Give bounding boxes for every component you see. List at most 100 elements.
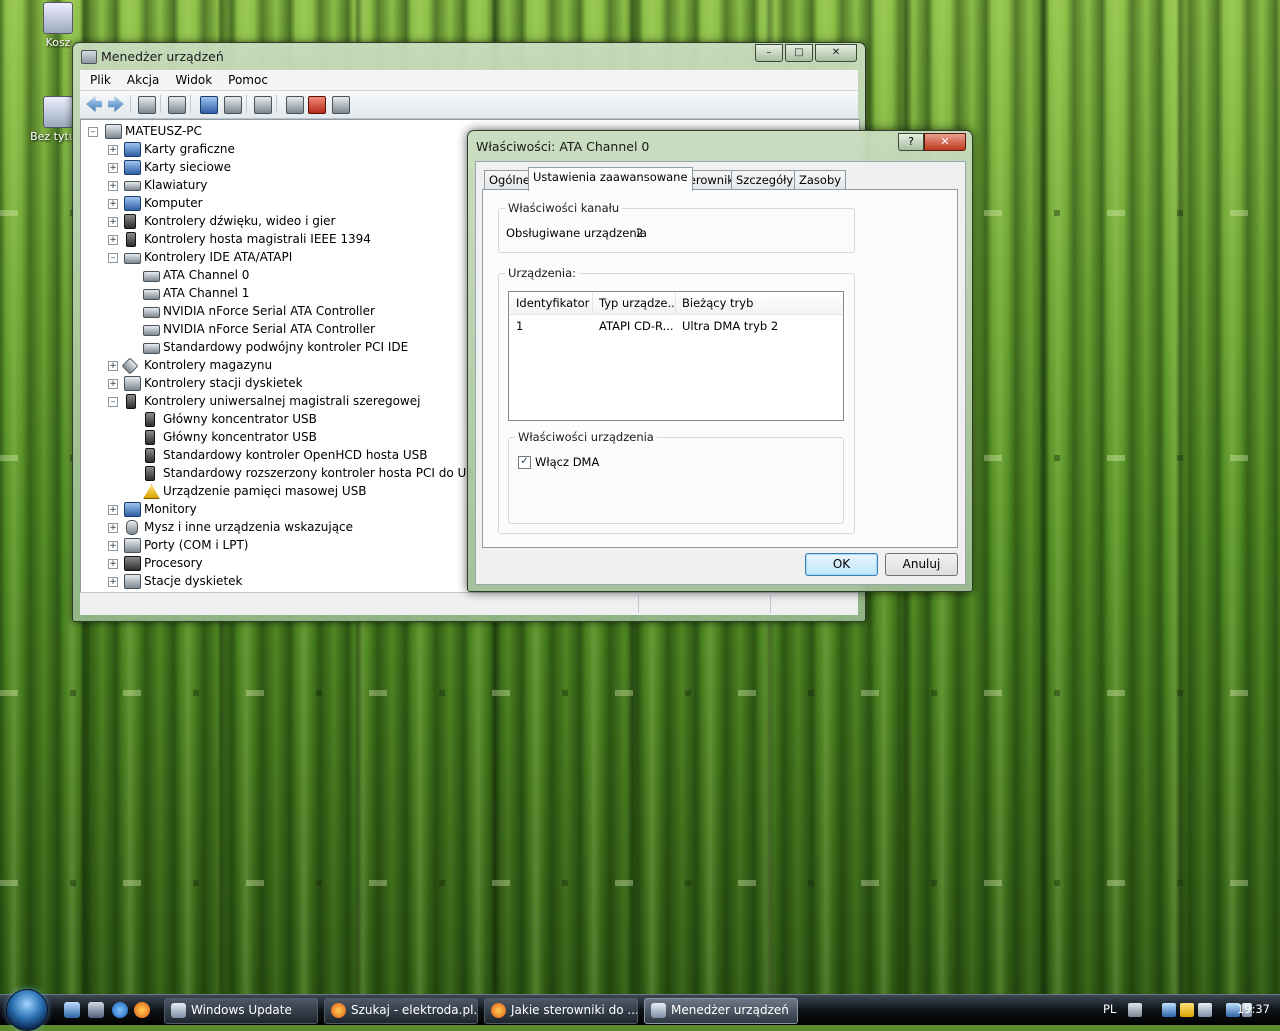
taskbar-button-windows-update[interactable]: Windows Update (164, 998, 318, 1024)
clock[interactable]: 19:37 (1237, 1002, 1270, 1016)
disable-device-icon[interactable] (332, 96, 350, 114)
taskbar-button-firefox-drivers[interactable]: Jakie sterowniki do ... (484, 998, 638, 1024)
menu-file[interactable]: Plik (80, 70, 117, 87)
cancel-button[interactable]: Anuluj (885, 553, 958, 576)
close-button[interactable]: ✕ (815, 44, 857, 62)
expand-icon[interactable]: + (108, 217, 118, 227)
tree-item-label: Główny koncentrator USB (163, 412, 317, 426)
column-header-mode[interactable]: Bieżący tryb (675, 292, 832, 314)
tree-item[interactable]: + Kontrolery hosta magistrali IEEE 1394 (81, 230, 441, 248)
tree-item[interactable]: NVIDIA nForce Serial ATA Controller (81, 302, 441, 320)
expand-icon[interactable]: + (108, 559, 118, 569)
monitor-icon (124, 502, 141, 517)
menu-action[interactable]: Akcja (117, 70, 165, 87)
menu-view[interactable]: Widok (165, 70, 218, 87)
tab-details[interactable]: Szczegóły (731, 170, 799, 190)
tree-item[interactable]: Standardowy podwójny kontroler PCI IDE (81, 338, 441, 356)
tree-item-label: Kontrolery magazynu (144, 358, 273, 372)
minimize-button[interactable]: – (755, 44, 783, 62)
language-indicator[interactable]: PL (1103, 1002, 1116, 1016)
taskbar-button-device-manager[interactable]: Menedżer urządzeń (644, 998, 798, 1024)
column-header-id[interactable]: Identyfikator ... (509, 292, 593, 314)
security-icon[interactable] (1162, 1003, 1176, 1017)
ok-button[interactable]: OK (805, 553, 878, 576)
tree-item-label: Procesory (144, 556, 203, 570)
help-icon[interactable] (200, 96, 218, 114)
expand-icon[interactable]: + (108, 199, 118, 209)
list-header: Identyfikator ... Typ urządze... Bieżący… (509, 292, 843, 315)
switch-windows-icon[interactable] (88, 1002, 104, 1018)
tree-item[interactable]: Standardowy rozszerzony kontroler hosta … (81, 464, 482, 482)
tree-item[interactable]: + Monitory (81, 500, 441, 518)
forward-arrow-icon[interactable] (108, 96, 124, 112)
view-icon[interactable] (224, 96, 242, 114)
close-button[interactable]: ✕ (924, 133, 966, 151)
expand-icon[interactable]: + (108, 379, 118, 389)
tree-item[interactable]: + Komputer (81, 194, 441, 212)
tree-item[interactable]: + Klawiatury (81, 176, 441, 194)
tree-item[interactable]: Standardowy kontroler OpenHCD hosta USB (81, 446, 441, 464)
tree-item-ide-controllers[interactable]: – Kontrolery IDE ATA/ATAPI (81, 248, 441, 266)
tree-item-usb-controllers[interactable]: – Kontrolery uniwersalnej magistrali sze… (81, 392, 481, 410)
tree-item[interactable]: + Karty graficzne (81, 140, 441, 158)
expand-icon[interactable]: + (108, 523, 118, 533)
tree-item[interactable]: + Karty sieciowe (81, 158, 441, 176)
taskbar-button-label: Jakie sterowniki do ... (511, 1003, 638, 1017)
tree-item[interactable]: Główny koncentrator USB (81, 410, 441, 428)
expand-icon[interactable]: + (108, 163, 118, 173)
tree-item[interactable]: + Kontrolery dźwięku, wideo i gier (81, 212, 441, 230)
show-desktop-icon[interactable] (64, 1002, 80, 1018)
tree-item-label: Kontrolery dźwięku, wideo i gier (144, 214, 336, 228)
group-title: Właściwości kanału (505, 201, 623, 215)
tab-resources[interactable]: Zasoby (794, 170, 847, 190)
tree-item[interactable]: Główny koncentrator USB (81, 428, 441, 446)
expand-icon[interactable]: + (108, 505, 118, 515)
help-button[interactable]: ? (898, 133, 924, 151)
menu-help[interactable]: Pomoc (218, 70, 274, 87)
tree-item[interactable]: + Stacje dyskietek (81, 572, 441, 590)
taskbar-button-firefox-search[interactable]: Szukaj - elektroda.pl... (324, 998, 478, 1024)
tree-root[interactable]: – MATEUSZ-PC (81, 122, 441, 140)
maximize-button[interactable]: □ (785, 44, 813, 62)
properties-icon[interactable] (168, 96, 186, 114)
tree-item[interactable]: + Procesory (81, 554, 441, 572)
internet-explorer-icon[interactable] (112, 1002, 128, 1018)
group-title: Właściwości urządzenia (515, 430, 657, 444)
enable-dma-checkbox[interactable]: ✓ (518, 456, 531, 469)
tab-advanced-settings[interactable]: Ustawienia zaawansowane (528, 167, 693, 191)
update-driver-icon[interactable] (286, 96, 304, 114)
scan-hardware-icon[interactable] (254, 96, 272, 114)
tree-item[interactable]: ATA Channel 1 (81, 284, 441, 302)
devices-list[interactable]: Identyfikator ... Typ urządze... Bieżący… (508, 291, 844, 421)
collapse-icon[interactable]: – (108, 397, 118, 407)
tree-item[interactable]: + Kontrolery magazynu (81, 356, 441, 375)
floppy-controller-icon (124, 376, 141, 391)
keyboard-icon[interactable] (1128, 1003, 1142, 1017)
collapse-icon[interactable]: – (108, 253, 118, 263)
expand-icon[interactable]: + (108, 577, 118, 587)
properties-dialog[interactable]: Właściwości: ATA Channel 0 ? ✕ Ogólne Us… (467, 130, 973, 592)
processor-icon (124, 556, 141, 571)
start-button[interactable] (6, 989, 48, 1031)
mouse-icon (126, 520, 138, 535)
tree-item-label: Główny koncentrator USB (163, 430, 317, 444)
collapse-icon[interactable]: – (88, 127, 98, 137)
expand-icon[interactable]: + (108, 541, 118, 551)
expand-icon[interactable]: + (108, 361, 118, 371)
column-header-type[interactable]: Typ urządze... (592, 292, 676, 314)
tree-item[interactable]: NVIDIA nForce Serial ATA Controller (81, 320, 441, 338)
speaker-icon[interactable] (1198, 1003, 1212, 1017)
tree-item-usb-mass-storage[interactable]: Urządzenie pamięci masowej USB (81, 482, 441, 500)
tree-item[interactable]: + Kontrolery stacji dyskietek (81, 374, 441, 392)
firefox-icon[interactable] (134, 1002, 150, 1018)
tree-item[interactable]: + Porty (COM i LPT) (81, 536, 441, 554)
tree-item-ata-channel-0[interactable]: ATA Channel 0 (81, 266, 441, 284)
expand-icon[interactable]: + (108, 181, 118, 191)
back-arrow-icon[interactable] (86, 96, 102, 112)
uninstall-icon[interactable] (308, 96, 326, 114)
show-hide-tree-icon[interactable] (138, 96, 156, 114)
shield-icon[interactable] (1180, 1003, 1194, 1017)
tree-item[interactable]: + Mysz i inne urządzenia wskazujące (81, 518, 441, 536)
expand-icon[interactable]: + (108, 145, 118, 155)
expand-icon[interactable]: + (108, 235, 118, 245)
